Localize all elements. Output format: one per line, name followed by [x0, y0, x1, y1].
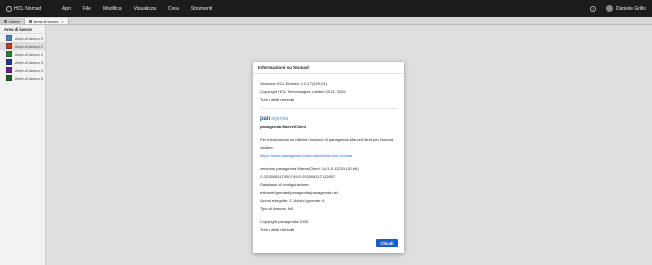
- sidebar-item-label: Area di lavoro 0: [15, 35, 44, 41]
- sidebar-item-label: Area di lavoro 5: [15, 75, 44, 81]
- sidebar-item-label: Area di lavoro 4: [15, 67, 44, 73]
- mc-config-db-label: Database di configurazione:: [260, 182, 310, 187]
- hcl-copyright: Copyright HCL Technologies Limited 2013,…: [260, 89, 346, 94]
- product-name: panagenda MarvelClient: [260, 124, 307, 129]
- mc-version: versione panagenda MarvelClient: 14.5.5.…: [260, 166, 359, 171]
- sidebar-item-label: Area di lavoro 3: [15, 59, 44, 65]
- menu-modifica[interactable]: Modifica: [103, 6, 122, 12]
- menu-apri[interactable]: Apri: [62, 6, 71, 12]
- color-swatch: [6, 75, 12, 81]
- color-swatch: [6, 67, 12, 73]
- panagenda-logo-name: agenda: [271, 116, 289, 122]
- color-swatch: [6, 59, 12, 65]
- home-icon: [4, 19, 7, 23]
- menubar: HCL Nomad Apri File Modifica Visualizza …: [0, 0, 652, 17]
- sidebar: Area di lavoro Area di lavoro 0 Area di …: [0, 25, 46, 265]
- color-swatch: [6, 51, 12, 57]
- sidebar-item-label: Area di lavoro 2: [15, 51, 44, 57]
- about-dialog: Informazioni su Nomad Versione HCL Nomad…: [253, 62, 404, 253]
- help-icon[interactable]: ?: [589, 5, 596, 12]
- user-avatar[interactable]: [605, 5, 613, 12]
- info-text: Per informazioni su ulteriori funzioni d…: [260, 137, 395, 150]
- color-swatch: [6, 43, 12, 49]
- tab-area-di-lavoro[interactable]: Area di lavoro ×: [24, 18, 69, 24]
- close-button[interactable]: Chiudi: [376, 239, 398, 247]
- menu-crea[interactable]: Crea: [168, 6, 179, 12]
- dialog-title: Informazioni su Nomad: [253, 62, 404, 74]
- tab-home[interactable]: Home: [0, 18, 25, 24]
- app-title: HCL Nomad: [14, 5, 42, 12]
- panagenda-copyright: Copyright panagenda 2025: [260, 219, 309, 224]
- sidebar-item-area-1[interactable]: Area di lavoro 1: [0, 42, 45, 50]
- divider: [260, 108, 397, 109]
- sidebar-item-area-5[interactable]: Area di lavoro 5: [0, 74, 45, 82]
- app-brand[interactable]: HCL Nomad: [6, 5, 56, 12]
- panagenda-logo: pan agenda: [260, 115, 397, 123]
- sidebar-item-area-2[interactable]: Area di lavoro 2: [0, 50, 45, 58]
- menu-strumenti[interactable]: Strumenti: [191, 6, 212, 12]
- menu-visualizza[interactable]: Visualizza: [134, 6, 156, 12]
- sidebar-header: Area di lavoro: [0, 25, 45, 34]
- menubar-right: ? Daniele Grillo: [589, 0, 646, 17]
- sidebar-item-area-4[interactable]: Area di lavoro 4: [0, 66, 45, 74]
- hcl-rights: Tutti i diritti riservati: [260, 97, 295, 102]
- menu-file[interactable]: File: [83, 6, 91, 12]
- marvelclient-link[interactable]: https://www.panagenda.com/marvelclient-f…: [260, 152, 397, 160]
- panagenda-rights: Tutti i diritti riservati: [260, 227, 295, 232]
- workspace-icon: [28, 19, 32, 23]
- sidebar-item-area-0[interactable]: Area di lavoro 0: [0, 34, 45, 42]
- user-name[interactable]: Daniele Grillo: [616, 6, 646, 12]
- tab-home-label: Home: [9, 18, 20, 24]
- tab-strip: Home Area di lavoro ×: [0, 17, 652, 25]
- hcl-nomad-logo-icon: [6, 5, 12, 12]
- color-swatch: [6, 35, 12, 41]
- mc-actions: Azioni eseguite: 2, Azioni ignorate: 6: [260, 198, 325, 203]
- dialog-body: Versione HCL Nomad: 1.0.17(109-01) Copyr…: [253, 74, 404, 234]
- mc-config-path: extranet/gredaet/panagenda/panagenda.nsf: [260, 190, 338, 195]
- panagenda-logo-mark: pan: [260, 116, 271, 122]
- mc-license: Tipo di licenza: full: [260, 206, 293, 211]
- tab-area-di-lavoro-label: Area di lavoro: [33, 18, 59, 24]
- sidebar-item-label: Area di lavoro 1: [15, 43, 44, 49]
- sidebar-item-area-3[interactable]: Area di lavoro 3: [0, 58, 45, 66]
- nomad-version: Versione HCL Nomad: 1.0.17(109-01): [260, 81, 327, 86]
- close-tab-icon[interactable]: ×: [61, 19, 63, 24]
- mc-build: C:20250811T090749.E:20250811T112657: [260, 174, 336, 179]
